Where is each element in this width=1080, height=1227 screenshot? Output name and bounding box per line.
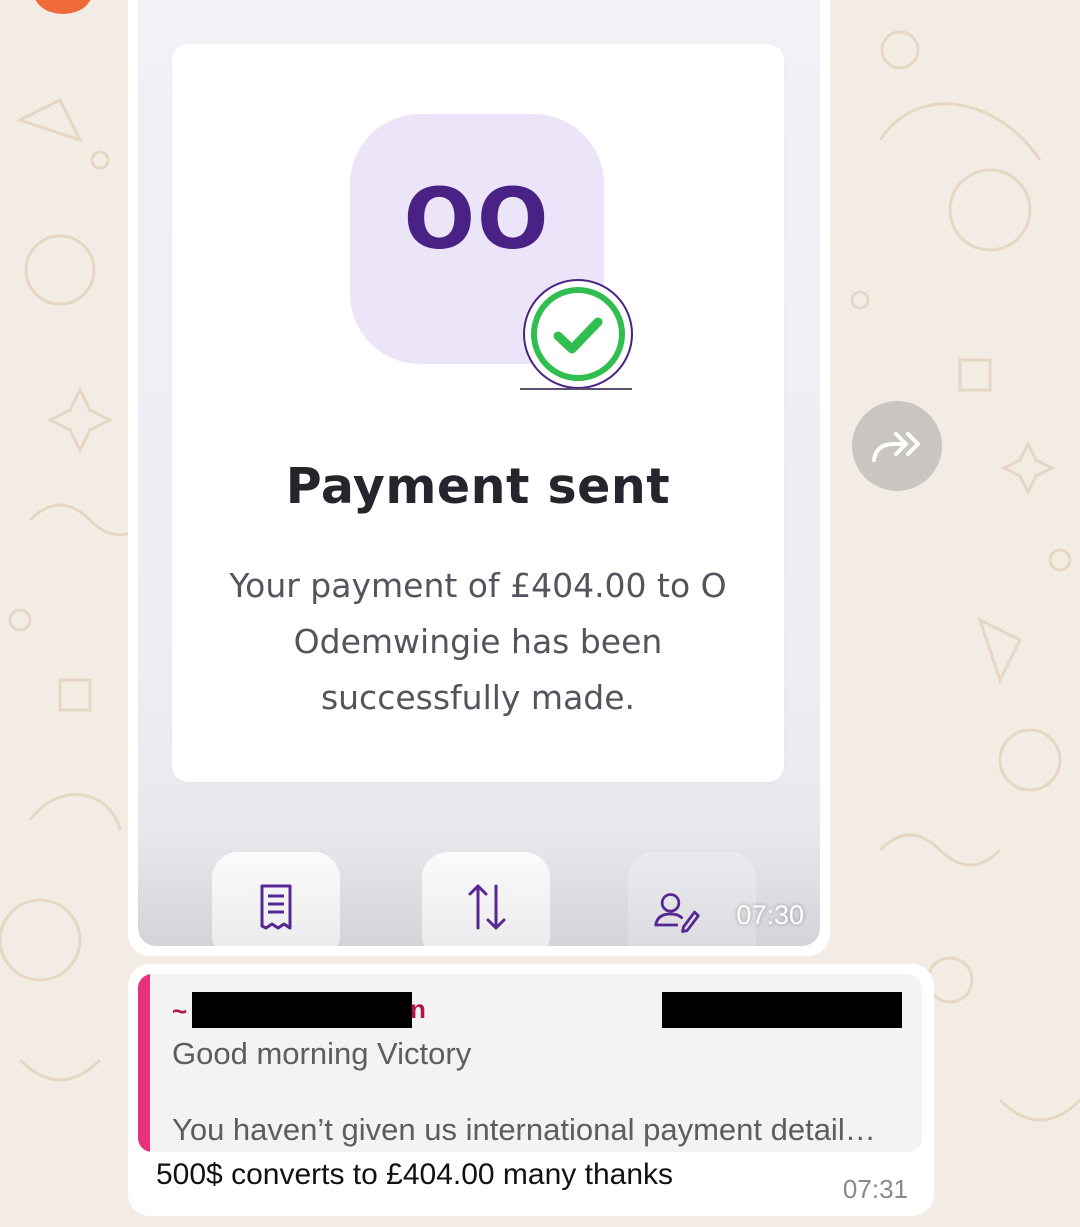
badge-shadow-line [520,388,632,390]
image-message-time: 07:30 [736,900,804,930]
payment-title: Payment sent [285,458,671,515]
quote-text-line2: You haven’t given us international payme… [172,1112,876,1147]
payment-success-card: OO Payment sent Your payment of £404.00 … [172,44,784,782]
message-time: 07:31 [842,1174,908,1204]
redacted-sender-number [662,992,902,1028]
redacted-sender-name [192,992,412,1028]
text-message-bubble[interactable]: ~ n Good morning Victory You haven’t giv… [128,964,934,1216]
image-message-bubble[interactable]: OO Payment sent Your payment of £404.00 … [128,0,830,956]
payment-description: Your payment of £404.00 to O Odemwingie … [229,566,727,717]
message-text: 500$ converts to £404.00 many thanks [156,1158,674,1191]
quote-accent-bar [138,974,150,1152]
payment-screenshot-image[interactable]: OO Payment sent Your payment of £404.00 … [138,0,820,946]
quoted-message[interactable]: ~ n Good morning Victory You haven’t giv… [138,974,922,1152]
check-circle-icon [523,279,633,389]
app-logo-text: OO [403,170,551,268]
quote-text-line1: Good morning Victory [172,1036,472,1071]
quote-sender-tail: n [410,994,426,1024]
quote-sender-prefix: ~ [172,996,188,1026]
forward-icon [872,432,920,462]
image-bottom-shade [138,826,820,946]
forward-button[interactable] [852,401,942,491]
